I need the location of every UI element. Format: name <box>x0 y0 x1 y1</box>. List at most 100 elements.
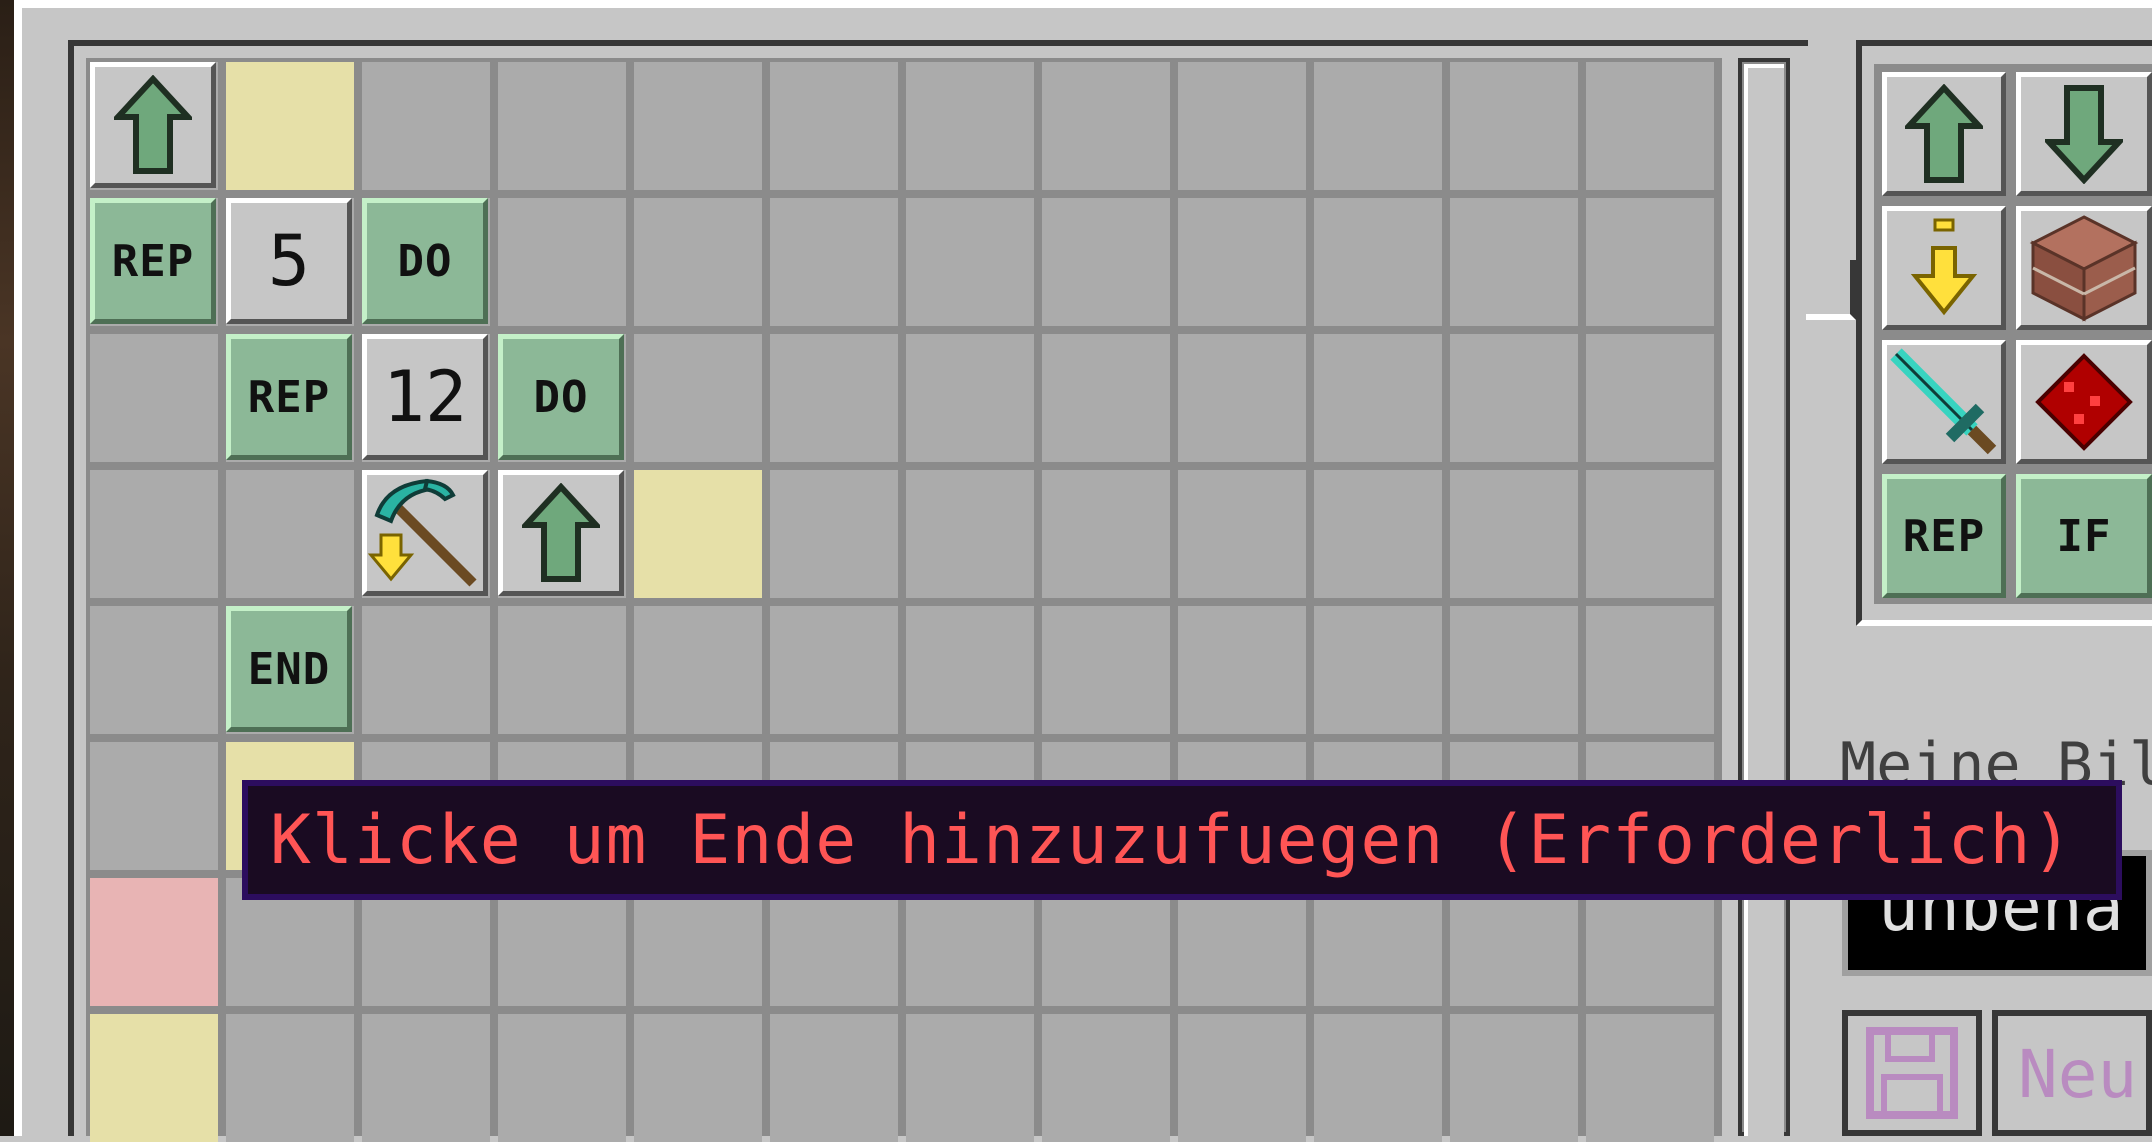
grid-slot[interactable] <box>1178 334 1306 462</box>
grid-slot[interactable] <box>1314 470 1442 598</box>
palette-redstone[interactable] <box>2016 340 2152 464</box>
palette-place-block[interactable] <box>2016 206 2152 330</box>
palette-repeat[interactable]: REP <box>1882 474 2006 598</box>
grid-slot[interactable] <box>90 334 218 462</box>
grid-slot[interactable] <box>226 1014 354 1142</box>
grid-slot[interactable] <box>362 62 490 190</box>
grid-slot[interactable] <box>90 742 218 870</box>
new-program-button[interactable]: Neu <box>1992 1010 2152 1136</box>
grid-slot[interactable] <box>1586 334 1714 462</box>
grid-slot[interactable] <box>906 1014 1034 1142</box>
grid-slot[interactable] <box>770 198 898 326</box>
grid-slot[interactable] <box>1450 62 1578 190</box>
grid-slot[interactable] <box>906 198 1034 326</box>
move-up-tile[interactable] <box>90 62 216 188</box>
repeat-tile[interactable]: REP <box>90 198 216 324</box>
grid-slot[interactable] <box>1178 470 1306 598</box>
diamond-sword-icon <box>1890 348 1997 455</box>
new-program-label: Neu <box>2018 1036 2138 1113</box>
grid-slot[interactable] <box>1042 470 1170 598</box>
grid-scrollbar-thumb[interactable] <box>1744 64 1784 1136</box>
grid-slot[interactable] <box>226 470 354 598</box>
grid-slot[interactable] <box>226 62 354 190</box>
grid-slot[interactable] <box>1450 198 1578 326</box>
palette-if[interactable]: IF <box>2016 474 2152 598</box>
grid-slot[interactable] <box>1450 334 1578 462</box>
repeat-count-tile[interactable]: 12 <box>362 334 488 460</box>
redstone-icon <box>2035 353 2133 451</box>
grid-slot[interactable] <box>770 334 898 462</box>
palette-if-label: IF <box>2056 510 2112 562</box>
repeat-count-tile[interactable]: 5 <box>226 198 352 324</box>
grid-slot[interactable] <box>1042 198 1170 326</box>
arrow-up-icon <box>114 75 192 174</box>
grid-slot[interactable] <box>1178 198 1306 326</box>
save-button[interactable] <box>1842 1010 1982 1136</box>
grid-slot[interactable] <box>1042 1014 1170 1142</box>
grid-slot[interactable] <box>90 1014 218 1142</box>
grid-slot[interactable] <box>1314 334 1442 462</box>
grid-slot[interactable] <box>906 334 1034 462</box>
grid-slot[interactable] <box>634 606 762 734</box>
grid-slot[interactable] <box>634 1014 762 1142</box>
grid-slot[interactable] <box>906 606 1034 734</box>
grid-slot[interactable] <box>90 878 218 1006</box>
grid-slot[interactable] <box>1314 1014 1442 1142</box>
grid-slot[interactable] <box>1178 62 1306 190</box>
tooltip: Klicke um Ende hinzuzufuegen (Erforderli… <box>242 780 2122 900</box>
grid-slot[interactable] <box>770 606 898 734</box>
do-tile[interactable]: DO <box>498 334 624 460</box>
grid-slot[interactable] <box>90 606 218 734</box>
grid-slot[interactable] <box>906 470 1034 598</box>
grid-slot[interactable] <box>770 62 898 190</box>
grid-slot[interactable] <box>1314 606 1442 734</box>
grid-slot[interactable] <box>362 606 490 734</box>
do-tile[interactable]: DO <box>362 198 488 324</box>
repeat-count: 5 <box>267 220 311 302</box>
floppy-disk-icon <box>1866 1027 1958 1119</box>
grid-slot[interactable] <box>362 1014 490 1142</box>
grid-slot[interactable] <box>770 1014 898 1142</box>
grid-slot[interactable] <box>634 334 762 462</box>
grid-slot[interactable] <box>1042 334 1170 462</box>
end-tile[interactable]: END <box>226 606 352 732</box>
grid-slot[interactable] <box>634 470 762 598</box>
grid-slot[interactable] <box>498 1014 626 1142</box>
grid-slot[interactable] <box>906 62 1034 190</box>
mine-down-tile[interactable] <box>362 470 488 596</box>
move-up-tile[interactable] <box>498 470 624 596</box>
palette-move-up[interactable] <box>1882 72 2006 196</box>
grid-slot[interactable] <box>1178 606 1306 734</box>
grid-slot[interactable] <box>90 470 218 598</box>
grid-slot[interactable] <box>1586 606 1714 734</box>
grid-slot[interactable] <box>498 606 626 734</box>
grid-slot[interactable] <box>634 62 762 190</box>
palette-dig-down[interactable] <box>1882 206 2006 330</box>
grid-slot[interactable] <box>1586 1014 1714 1142</box>
grid-slot[interactable] <box>1042 62 1170 190</box>
grid-slot[interactable] <box>1450 1014 1578 1142</box>
grid-slot[interactable] <box>498 198 626 326</box>
grid-slot[interactable] <box>770 470 898 598</box>
grid-slot[interactable] <box>1178 1014 1306 1142</box>
program-buttons: Neu <box>1842 1010 2152 1136</box>
grid-slot[interactable] <box>498 62 626 190</box>
palette-attack[interactable] <box>1882 340 2006 464</box>
grid-slot[interactable] <box>1450 470 1578 598</box>
palette-connector <box>1806 260 1856 320</box>
grid-slot[interactable] <box>1586 62 1714 190</box>
grid-slot[interactable] <box>1586 470 1714 598</box>
grid-slot[interactable] <box>634 198 762 326</box>
palette-repeat-label: REP <box>1902 510 1986 562</box>
grid-slot[interactable] <box>1314 198 1442 326</box>
grid-slot[interactable] <box>1450 606 1578 734</box>
grid-slot[interactable] <box>1042 606 1170 734</box>
pickaxe-down-icon <box>367 478 477 587</box>
repeat-count: 12 <box>382 356 468 438</box>
grid-slot[interactable] <box>1586 198 1714 326</box>
grid-slot[interactable] <box>1314 62 1442 190</box>
palette-move-down[interactable] <box>2016 72 2152 196</box>
repeat-label: REP <box>247 371 331 423</box>
end-label: END <box>247 643 331 695</box>
repeat-tile[interactable]: REP <box>226 334 352 460</box>
